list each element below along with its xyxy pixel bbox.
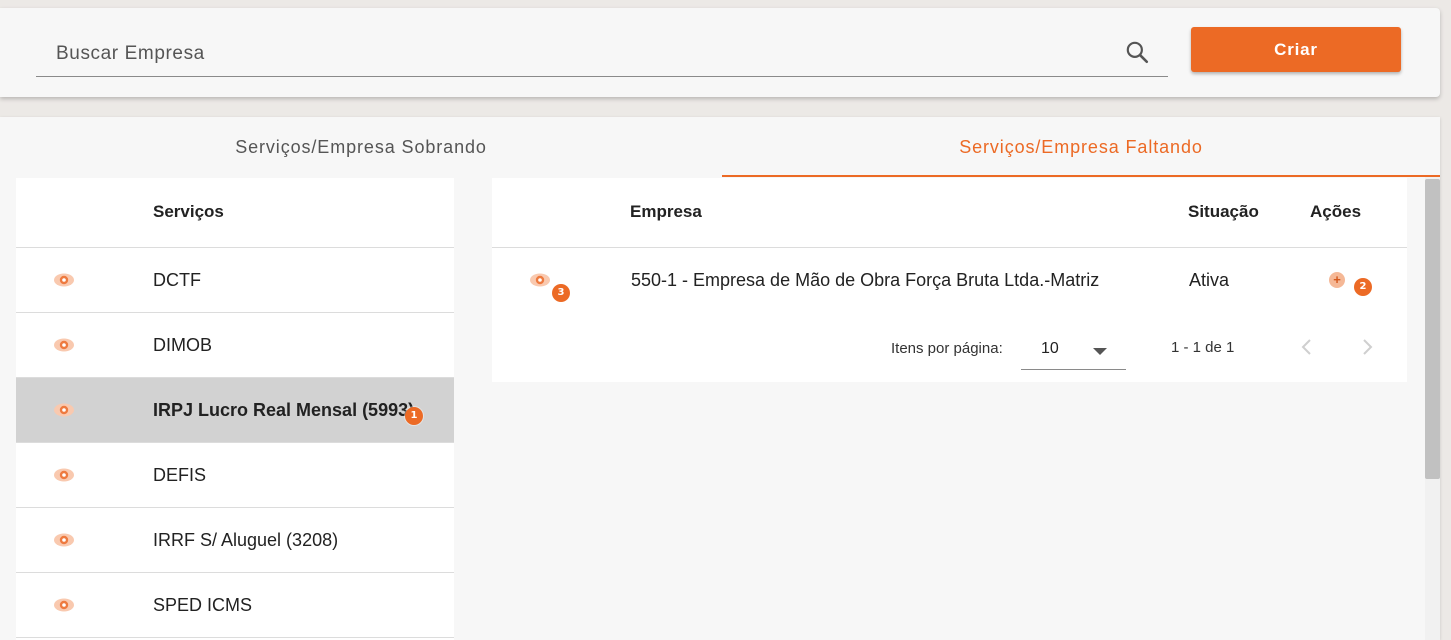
page-range-label: 1 - 1 de 1 <box>1171 339 1235 356</box>
chevron-down-icon <box>1093 348 1107 355</box>
eye-icon[interactable] <box>53 530 75 550</box>
column-header-situacao: Situação <box>1188 202 1259 221</box>
search-bar-card: Criar <box>0 8 1440 97</box>
table-row[interactable]: DIMOB <box>16 313 454 378</box>
search-input[interactable] <box>36 32 1106 76</box>
services-table: Serviços DCTF DIMOB IRPJ Lucro Real Mens… <box>16 178 454 640</box>
table-row[interactable]: DEFIS <box>16 443 454 508</box>
service-name: IRRF S/ Aluguel (3208) <box>153 530 339 550</box>
eye-icon[interactable] <box>53 465 75 485</box>
tab-servicos-empresa-sobrando[interactable]: Serviços/Empresa Sobrando <box>0 117 722 177</box>
search-icon[interactable] <box>1124 39 1150 65</box>
step-badge: 1 <box>405 407 423 425</box>
eye-icon[interactable] <box>53 400 75 420</box>
main-panel: Serviços/Empresa Sobrando Serviços/Empre… <box>0 117 1440 640</box>
companies-table-header: Empresa Situação Ações <box>492 178 1407 248</box>
table-row[interactable]: SPED ICMS <box>16 573 454 638</box>
eye-icon[interactable] <box>53 270 75 290</box>
table-row-selected[interactable]: IRPJ Lucro Real Mensal (5993) 1 <box>16 378 454 443</box>
chevron-left-icon[interactable] <box>1298 336 1316 358</box>
service-name: IRPJ Lucro Real Mensal (5993) <box>153 400 415 420</box>
table-row[interactable]: DCTF <box>16 248 454 313</box>
chevron-right-icon[interactable] <box>1358 336 1376 358</box>
step-badge: 3 <box>552 284 570 302</box>
page-size-select[interactable]: 10 <box>1021 326 1126 370</box>
eye-icon[interactable] <box>53 595 75 615</box>
eye-icon[interactable] <box>529 270 551 290</box>
step-badge: 2 <box>1354 278 1372 296</box>
paginator: Itens por página: 10 1 - 1 de 1 <box>492 314 1407 382</box>
service-name: SPED ICMS <box>153 595 253 615</box>
tab-servicos-empresa-faltando[interactable]: Serviços/Empresa Faltando <box>722 117 1440 177</box>
scrollbar-thumb[interactable] <box>1425 179 1440 479</box>
items-per-page-label: Itens por página: <box>891 340 1003 357</box>
table-row[interactable]: 3 550-1 - Empresa de Mão de Obra Força B… <box>492 248 1407 313</box>
company-name: 550-1 - Empresa de Mão de Obra Força Bru… <box>631 270 1100 290</box>
companies-table: Empresa Situação Ações 3 550-1 - Empresa… <box>492 178 1407 382</box>
service-name: DIMOB <box>153 335 213 355</box>
create-button[interactable]: Criar <box>1191 27 1401 72</box>
service-name: DCTF <box>153 270 201 290</box>
search-field <box>36 32 1168 77</box>
page-size-value: 10 <box>1041 340 1059 357</box>
plus-circle-icon[interactable]: + <box>1329 272 1345 288</box>
company-status: Ativa <box>1189 270 1230 290</box>
eye-icon[interactable] <box>53 335 75 355</box>
services-table-header: Serviços <box>16 178 454 248</box>
service-name: DEFIS <box>153 465 207 485</box>
table-row[interactable]: IRRF S/ Aluguel (3208) <box>16 508 454 573</box>
column-header-empresa: Empresa <box>630 202 702 221</box>
column-header-acoes: Ações <box>1310 202 1362 221</box>
column-header-servicos: Serviços <box>153 202 224 221</box>
